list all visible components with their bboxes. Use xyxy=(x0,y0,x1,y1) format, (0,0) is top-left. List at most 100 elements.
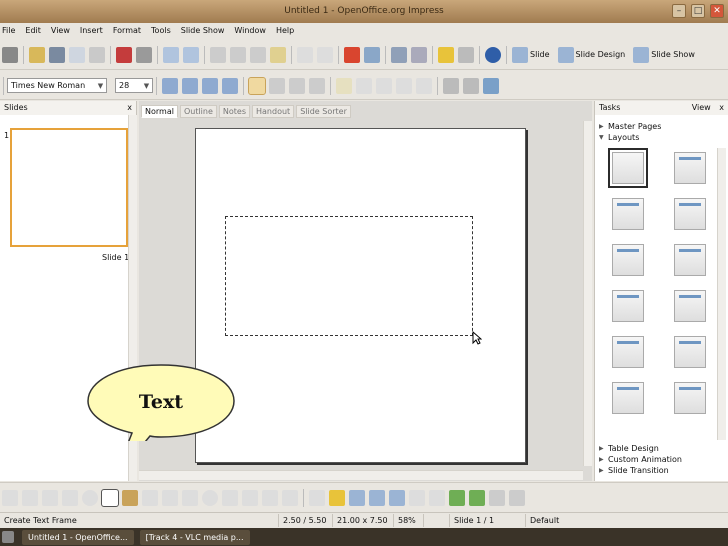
task-section-master-pages[interactable]: ▶ Master Pages xyxy=(595,121,728,132)
justify-icon[interactable] xyxy=(309,77,325,94)
slide-show-icon[interactable] xyxy=(633,46,650,63)
layout-title-chart-text[interactable] xyxy=(674,336,706,368)
character-icon[interactable] xyxy=(443,77,459,94)
curve-icon[interactable] xyxy=(122,489,138,506)
slide-design-button[interactable]: Slide Design xyxy=(576,50,626,59)
font-bold-a-icon[interactable] xyxy=(162,77,178,94)
rotate-icon[interactable] xyxy=(409,489,425,506)
layout-centered-text[interactable] xyxy=(674,244,706,276)
star-icon[interactable] xyxy=(282,489,298,506)
align-right-icon[interactable] xyxy=(289,77,305,94)
autospellcheck-icon[interactable] xyxy=(183,46,199,63)
text-frame[interactable] xyxy=(225,216,473,336)
callouts-icon[interactable] xyxy=(262,489,278,506)
slide-thumbnail[interactable] xyxy=(10,128,128,247)
copy-icon[interactable] xyxy=(230,46,246,63)
arrow-line-icon[interactable] xyxy=(42,489,58,506)
close-window-button[interactable]: ✕ xyxy=(710,4,724,18)
alignment-icon[interactable] xyxy=(429,489,445,506)
from-file-icon[interactable] xyxy=(369,489,385,506)
minimize-button[interactable]: – xyxy=(672,4,686,18)
taskbar-item-vlc[interactable]: [Track 4 - VLC media p... xyxy=(139,529,250,545)
menu-format[interactable]: Format xyxy=(113,26,141,35)
undo-icon[interactable] xyxy=(297,46,313,63)
align-left-icon[interactable] xyxy=(248,76,266,95)
maximize-button[interactable]: □ xyxy=(691,4,705,18)
taskbar-item-impress[interactable]: Untitled 1 - OpenOffice... xyxy=(22,529,134,545)
bullets-icon[interactable] xyxy=(336,77,352,94)
task-section-layouts[interactable]: ▼ Layouts xyxy=(595,132,728,143)
flowchart-icon[interactable] xyxy=(242,489,258,506)
chevron-down-icon[interactable]: ▼ xyxy=(141,82,152,90)
tab-normal[interactable]: Normal xyxy=(141,105,178,118)
gallery-icon[interactable] xyxy=(389,489,405,506)
move-down-icon[interactable] xyxy=(416,77,432,94)
connector-icon[interactable] xyxy=(142,489,158,506)
glue-points-icon[interactable] xyxy=(329,489,345,506)
slide-canvas[interactable] xyxy=(195,128,526,463)
task-section-table-design[interactable]: ▶ Table Design xyxy=(595,443,728,454)
toggle-icon[interactable] xyxy=(509,489,525,506)
text-tool-icon[interactable] xyxy=(101,488,119,507)
font-italic-a-icon[interactable] xyxy=(182,77,198,94)
chart-icon[interactable] xyxy=(344,46,360,63)
table-icon[interactable] xyxy=(364,46,380,63)
layout-title-two-content[interactable] xyxy=(674,198,706,230)
task-section-slide-transition[interactable]: ▶ Slide Transition xyxy=(595,465,728,476)
font-shadow-a-icon[interactable] xyxy=(222,77,238,94)
close-icon[interactable]: x xyxy=(127,103,132,113)
tab-notes[interactable]: Notes xyxy=(218,105,251,118)
tasks-view-menu[interactable]: View xyxy=(692,103,711,112)
email-icon[interactable] xyxy=(69,46,85,63)
basic-shapes-icon[interactable] xyxy=(182,489,198,506)
layout-blank[interactable] xyxy=(608,148,648,188)
font-underline-a-icon[interactable] xyxy=(202,77,218,94)
select-icon[interactable] xyxy=(2,489,18,506)
layout-title-chart[interactable] xyxy=(612,290,644,322)
align-center-icon[interactable] xyxy=(269,77,285,94)
task-section-custom-animation[interactable]: ▶ Custom Animation xyxy=(595,454,728,465)
arrange-icon[interactable] xyxy=(449,489,465,506)
show-desktop-icon[interactable] xyxy=(2,531,14,543)
menu-tools[interactable]: Tools xyxy=(151,26,171,35)
layout-title-only[interactable] xyxy=(674,152,706,184)
slide-design-icon[interactable] xyxy=(557,46,574,63)
paste-icon[interactable] xyxy=(250,46,266,63)
cut-icon[interactable] xyxy=(210,46,226,63)
redo-icon[interactable] xyxy=(317,46,333,63)
menu-view[interactable]: View xyxy=(51,26,70,35)
chevron-down-icon[interactable]: ▼ xyxy=(95,82,106,90)
points-icon[interactable] xyxy=(309,489,325,506)
paragraph-icon[interactable] xyxy=(463,77,479,94)
status-zoom[interactable]: 58% xyxy=(394,513,424,527)
tab-slide-sorter[interactable]: Slide Sorter xyxy=(296,105,351,118)
menu-help[interactable]: Help xyxy=(276,26,294,35)
format-paintbrush-icon[interactable] xyxy=(270,46,286,63)
gallery-icon[interactable] xyxy=(411,46,427,63)
layout-title-text-clipart[interactable] xyxy=(612,382,644,414)
font-size-box[interactable]: 28 ▼ xyxy=(115,78,153,93)
layout-title-table[interactable] xyxy=(674,290,706,322)
layouts-scrollbar[interactable] xyxy=(717,148,726,440)
menu-slide-show[interactable]: Slide Show xyxy=(181,26,225,35)
extrusion-icon[interactable] xyxy=(469,489,485,506)
line-icon[interactable] xyxy=(22,489,38,506)
close-icon[interactable]: x xyxy=(719,103,724,112)
slide-show-button[interactable]: Slide Show xyxy=(651,50,695,59)
menu-window[interactable]: Window xyxy=(234,26,266,35)
export-pdf-icon[interactable] xyxy=(116,46,132,63)
zoom-icon[interactable] xyxy=(458,46,474,63)
save-icon[interactable] xyxy=(49,46,65,63)
new-document-icon[interactable] xyxy=(2,46,18,63)
display-grid-icon[interactable] xyxy=(438,46,454,63)
move-up-icon[interactable] xyxy=(396,77,412,94)
print-icon[interactable] xyxy=(136,46,152,63)
area-icon[interactable] xyxy=(483,77,499,94)
symbol-shapes-icon[interactable] xyxy=(202,489,218,506)
horizontal-scrollbar[interactable] xyxy=(139,470,583,480)
edit-file-icon[interactable] xyxy=(89,46,105,63)
block-arrows-icon[interactable] xyxy=(222,489,238,506)
layout-title-content[interactable] xyxy=(612,198,644,230)
fontwork-icon[interactable] xyxy=(349,489,365,506)
shadow-icon[interactable] xyxy=(489,489,505,506)
